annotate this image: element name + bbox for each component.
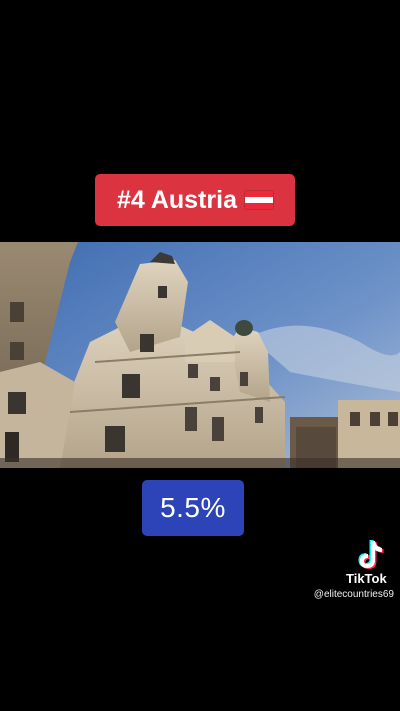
austria-flag-icon [244,191,273,209]
title-badge: #4 Austria [95,174,295,226]
cathedral-photo [0,242,400,468]
rank-title: #4 Austria [117,185,237,214]
percentage-value: 5.5% [160,492,226,523]
tiktok-wordmark: TikTok [346,571,387,586]
tiktok-logo-icon [358,540,384,569]
creator-handle: @elitecountries69 [313,589,394,600]
value-badge: 5.5% [142,480,244,536]
